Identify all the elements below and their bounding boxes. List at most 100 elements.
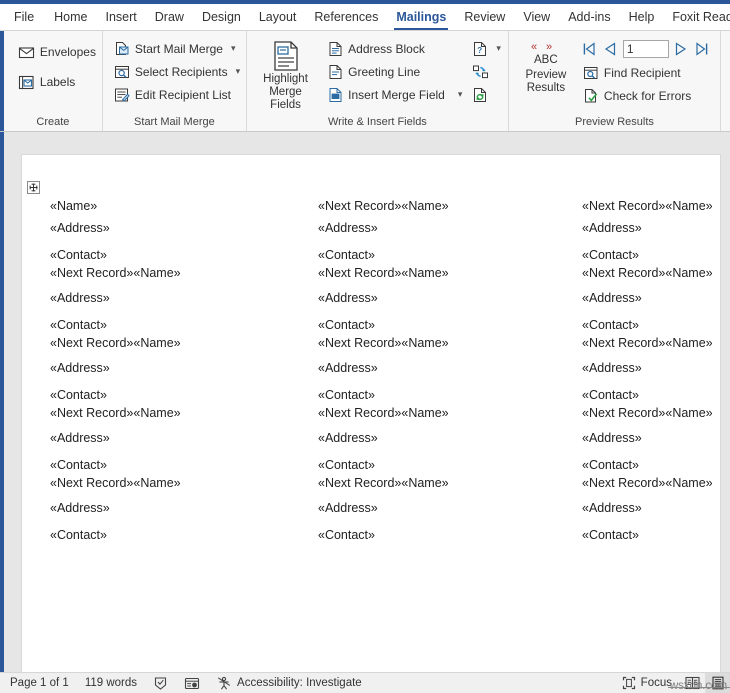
merge-field-cell[interactable]: «Next Record»«Name»: [22, 336, 310, 350]
merge-field-cell[interactable]: «Name»: [22, 199, 310, 213]
merge-field-cell[interactable]: «Next Record»«Name»: [310, 199, 574, 213]
merge-field-cell[interactable]: «Next Record»«Name»: [574, 336, 722, 350]
merge-field-cell[interactable]: «Contact»: [22, 458, 310, 472]
merge-field-cell[interactable]: «Contact»: [310, 318, 574, 332]
merge-field-cell[interactable]: «Address»: [310, 361, 574, 375]
address-block-icon: [328, 41, 343, 57]
merge-field-cell[interactable]: «Next Record»«Name»: [22, 476, 310, 490]
merge-field-cell[interactable]: «Next Record»«Name»: [310, 336, 574, 350]
tab-insert[interactable]: Insert: [97, 4, 146, 31]
record-number-input[interactable]: [622, 40, 669, 58]
merge-field-cell[interactable]: «Contact»: [310, 458, 574, 472]
tab-mailings[interactable]: Mailings: [387, 4, 455, 31]
merge-field-cell[interactable]: «Address»: [22, 361, 310, 375]
table-move-handle[interactable]: [27, 181, 40, 194]
status-proofing-button[interactable]: [145, 673, 176, 693]
merge-field-cell[interactable]: «Contact»: [574, 318, 722, 332]
next-record-button[interactable]: [673, 41, 690, 58]
merge-field-cell[interactable]: «Contact»: [574, 528, 722, 542]
merge-label-row: «Contact» «Contact» «Contact»: [22, 248, 722, 262]
tab-layout[interactable]: Layout: [250, 4, 306, 31]
merge-field-cell[interactable]: «Contact»: [574, 458, 722, 472]
status-accessibility-button[interactable]: Accessibility: Investigate: [208, 673, 370, 693]
check-for-errors-button[interactable]: Check for Errors: [579, 84, 711, 107]
previous-record-button[interactable]: [602, 41, 619, 58]
merge-field-cell[interactable]: «Address»: [310, 431, 574, 445]
tab-view-label: View: [523, 10, 551, 24]
merge-field-cell[interactable]: «Address»: [574, 221, 722, 235]
tab-help[interactable]: Help: [620, 4, 664, 31]
merge-field-cell[interactable]: «Address»: [574, 501, 722, 515]
merge-field-cell[interactable]: «Next Record»«Name»: [574, 476, 722, 490]
merge-field-cell[interactable]: «Contact»: [22, 318, 310, 332]
rules-icon: ?: [472, 41, 488, 57]
tab-add-ins[interactable]: Add-ins: [559, 4, 619, 31]
merge-field-cell[interactable]: «Address»: [310, 291, 574, 305]
merge-field-cell[interactable]: «Address»: [574, 431, 722, 445]
status-word-count[interactable]: 119 words: [77, 673, 145, 693]
edit-recipient-list-button[interactable]: Edit Recipient List: [110, 83, 244, 106]
merge-field-cell[interactable]: «Address»: [310, 501, 574, 515]
merge-field-cell[interactable]: «Address»: [22, 291, 310, 305]
merge-field-cell[interactable]: «Next Record»«Name»: [22, 266, 310, 280]
tab-foxit-reader-pdf[interactable]: Foxit Reader PDF: [663, 4, 730, 31]
merge-field-cell[interactable]: «Address»: [22, 431, 310, 445]
merge-label-row: «Contact» «Contact» «Contact»: [22, 458, 722, 472]
start-mail-merge-button[interactable]: Start Mail Merge ▾: [110, 37, 244, 60]
chevron-down-icon: ▾: [496, 43, 501, 53]
match-fields-button[interactable]: [470, 60, 503, 83]
merge-field-cell[interactable]: «Address»: [574, 291, 722, 305]
tab-add-ins-label: Add-ins: [568, 10, 611, 24]
merge-field-cell[interactable]: «Contact»: [22, 248, 310, 262]
merge-field-cell[interactable]: «Next Record»«Name»: [574, 266, 722, 280]
merge-field-cell[interactable]: «Contact»: [310, 528, 574, 542]
merge-field-cell[interactable]: «Contact»: [310, 388, 574, 402]
merge-field-cell[interactable]: «Next Record»«Name»: [310, 266, 574, 280]
status-page-indicator[interactable]: Page 1 of 1: [0, 673, 77, 693]
check-for-errors-icon: [583, 88, 599, 104]
merge-field-cell[interactable]: «Next Record»«Name»: [574, 406, 722, 420]
update-labels-button[interactable]: [470, 83, 503, 106]
tab-view[interactable]: View: [514, 4, 559, 31]
merge-field-cell[interactable]: «Address»: [574, 361, 722, 375]
address-block-button[interactable]: Address Block: [324, 37, 466, 60]
accessibility-icon: [216, 676, 232, 691]
merge-field-cell[interactable]: «Address»: [22, 501, 310, 515]
merge-field-cell[interactable]: «Address»: [22, 221, 310, 235]
greeting-line-button[interactable]: Greeting Line: [324, 60, 466, 83]
envelopes-button[interactable]: Envelopes: [14, 37, 100, 67]
highlight-merge-fields-button[interactable]: Highlight Merge Fields: [253, 37, 318, 112]
merge-field-cell[interactable]: «Next Record»«Name»: [22, 406, 310, 420]
tab-design[interactable]: Design: [193, 4, 250, 31]
merge-field-cell[interactable]: «Contact»: [22, 528, 310, 542]
tab-home[interactable]: Home: [45, 4, 96, 31]
merge-field-cell[interactable]: «Next Record»«Name»: [574, 199, 722, 213]
merge-field-cell[interactable]: «Contact»: [310, 248, 574, 262]
labels-button[interactable]: Labels: [14, 67, 100, 97]
status-read-aloud-button[interactable]: [176, 673, 208, 693]
last-record-button[interactable]: [694, 41, 711, 58]
first-record-button[interactable]: [581, 41, 598, 58]
preview-results-button[interactable]: « » ABC Preview Results: [517, 37, 575, 95]
tab-file[interactable]: File: [0, 4, 45, 31]
insert-merge-field-button[interactable]: Insert Merge Field ▾: [324, 83, 466, 106]
chevron-down-icon: ▾: [457, 89, 463, 99]
merge-field-cell[interactable]: «Contact»: [574, 388, 722, 402]
merge-label-row: «Address» «Address» «Address»: [22, 221, 722, 235]
merge-field-cell[interactable]: «Contact»: [22, 388, 310, 402]
merge-field-cell[interactable]: «Next Record»«Name»: [310, 406, 574, 420]
document-scroll-area[interactable]: «Name» «Next Record»«Name» «Next Record»«N…: [0, 132, 730, 672]
document-page[interactable]: «Name» «Next Record»«Name» «Next Record»«N…: [21, 154, 721, 672]
find-recipient-button[interactable]: Find Recipient: [579, 61, 711, 84]
tab-draw[interactable]: Draw: [146, 4, 193, 31]
chevron-down-icon: ▾: [230, 43, 236, 53]
svg-text:ABC: ABC: [534, 54, 558, 66]
tab-references[interactable]: References: [305, 4, 387, 31]
rules-button[interactable]: ? ▾: [470, 37, 503, 60]
merge-label-table[interactable]: «Name» «Next Record»«Name» «Next Record»«N…: [22, 199, 722, 546]
merge-field-cell[interactable]: «Next Record»«Name»: [310, 476, 574, 490]
merge-field-cell[interactable]: «Contact»: [574, 248, 722, 262]
merge-field-cell[interactable]: «Address»: [310, 221, 574, 235]
select-recipients-button[interactable]: Select Recipients ▾: [110, 60, 244, 83]
tab-review[interactable]: Review: [455, 4, 514, 31]
